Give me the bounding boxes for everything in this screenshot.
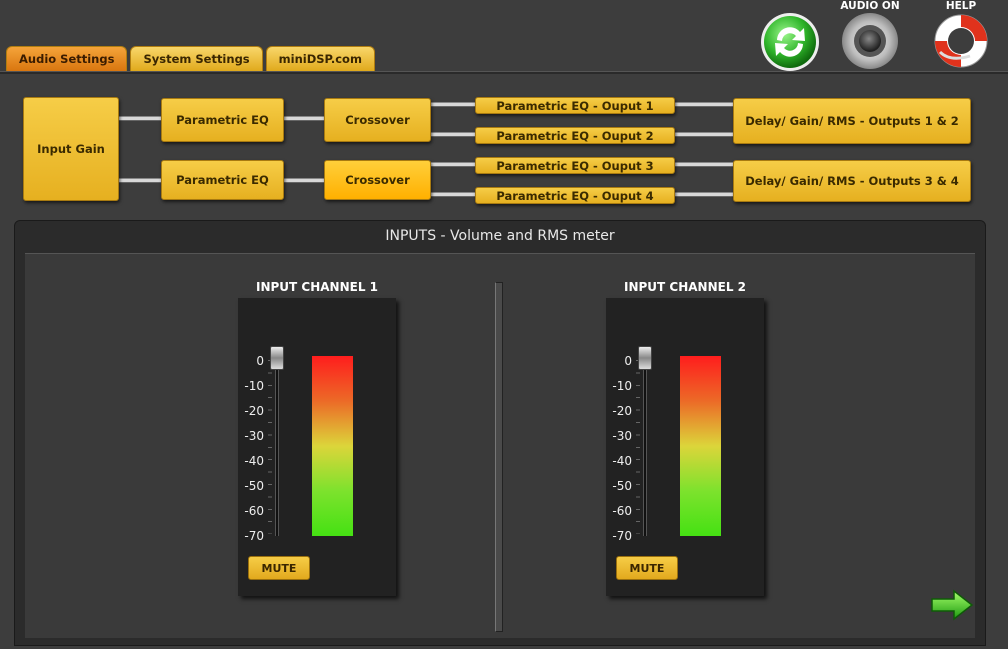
db-tick-label: -30 (244, 429, 264, 443)
slider-ticks (268, 360, 272, 534)
wire (119, 178, 161, 183)
wire (119, 116, 161, 121)
parametric-eq-1-block[interactable]: Parametric EQ (161, 98, 284, 142)
wire (284, 116, 326, 121)
channel-1-strip: 0 -10 -20 -30 -40 -50 -60 -70 MUTE (238, 298, 396, 596)
db-tick-label: -50 (612, 479, 632, 493)
wire (284, 178, 326, 183)
channel-divider (495, 282, 503, 632)
crossover-1-block[interactable]: Crossover (324, 98, 431, 142)
audio-on-label: AUDIO ON (840, 0, 900, 12)
wire (431, 192, 475, 197)
channel-1-db-scale: 0 -10 -20 -30 -40 -50 -60 -70 (238, 354, 264, 554)
db-tick-label: -60 (612, 504, 632, 518)
db-tick-label: 0 (624, 354, 632, 368)
tab-minidsp-com[interactable]: miniDSP.com (265, 46, 375, 71)
channel-1-mute-button[interactable]: MUTE (248, 556, 310, 580)
parametric-eq-2-block[interactable]: Parametric EQ (161, 160, 284, 200)
peq-output-3-block[interactable]: Parametric EQ - Ouput 3 (475, 157, 675, 174)
next-page-button[interactable] (930, 589, 974, 626)
wire (675, 192, 735, 197)
help-label: HELP (945, 0, 977, 12)
wire (431, 162, 475, 167)
db-tick-label: -50 (244, 479, 264, 493)
inputs-panel: INPUTS - Volume and RMS meter INPUT CHAN… (14, 220, 986, 646)
lifebuoy-icon (934, 14, 988, 68)
db-tick-label: -30 (612, 429, 632, 443)
channel-2-db-scale: 0 -10 -20 -30 -40 -50 -60 -70 (606, 354, 632, 554)
signal-flow-diagram: Input Gain Parametric EQ Parametric EQ C… (12, 84, 984, 212)
tab-bar: Audio Settings System Settings miniDSP.c… (6, 46, 375, 71)
delay-gain-rms-outputs-1-2-block[interactable]: Delay/ Gain/ RMS - Outputs 1 & 2 (733, 98, 971, 144)
channel-1-volume-slider[interactable] (275, 358, 279, 536)
channel-2-rms-meter (680, 356, 721, 536)
arrow-right-icon (931, 589, 974, 621)
channel-2-strip: 0 -10 -20 -30 -40 -50 -60 -70 MUTE (606, 298, 764, 596)
wire (675, 132, 735, 137)
channel-1-title: INPUT CHANNEL 1 (255, 280, 378, 294)
wire (675, 162, 735, 167)
crossover-2-block[interactable]: Crossover (324, 160, 431, 200)
db-tick-label: -40 (612, 454, 632, 468)
speaker-icon (842, 13, 898, 69)
panel-title: INPUTS - Volume and RMS meter (385, 228, 615, 244)
delay-gain-rms-outputs-3-4-block[interactable]: Delay/ Gain/ RMS - Outputs 3 & 4 (733, 160, 971, 202)
channel-1-rms-meter (312, 356, 353, 536)
wire (431, 132, 475, 137)
db-tick-label: -10 (244, 379, 264, 393)
db-tick-label: -20 (612, 404, 632, 418)
db-tick-label: -60 (244, 504, 264, 518)
tab-system-settings[interactable]: System Settings (130, 46, 263, 71)
refresh-button[interactable] (760, 12, 820, 72)
db-tick-label: -70 (612, 529, 632, 543)
tab-audio-settings[interactable]: Audio Settings (6, 46, 128, 71)
channel-2-volume-slider-thumb[interactable] (638, 346, 652, 370)
input-gain-block[interactable]: Input Gain (23, 97, 119, 201)
channel-2-mute-button[interactable]: MUTE (616, 556, 678, 580)
help-button[interactable]: HELP (928, 0, 994, 75)
peq-output-1-block[interactable]: Parametric EQ - Ouput 1 (475, 97, 675, 114)
db-tick-label: 0 (256, 354, 264, 368)
panel-content: INPUT CHANNEL 1 0 -10 -20 -30 -40 -50 -6… (25, 253, 975, 638)
db-tick-label: -20 (244, 404, 264, 418)
channel-2-title: INPUT CHANNEL 2 (623, 280, 746, 294)
db-tick-label: -70 (244, 529, 264, 543)
db-tick-label: -40 (244, 454, 264, 468)
refresh-icon (761, 13, 819, 71)
peq-output-4-block[interactable]: Parametric EQ - Ouput 4 (475, 187, 675, 204)
wire (431, 102, 475, 107)
peq-output-2-block[interactable]: Parametric EQ - Ouput 2 (475, 127, 675, 144)
wire (675, 102, 735, 107)
channel-2-volume-slider[interactable] (643, 358, 647, 536)
audio-on-button[interactable]: AUDIO ON (838, 0, 902, 75)
slider-ticks (636, 360, 640, 534)
db-tick-label: -10 (612, 379, 632, 393)
channel-1-volume-slider-thumb[interactable] (270, 346, 284, 370)
